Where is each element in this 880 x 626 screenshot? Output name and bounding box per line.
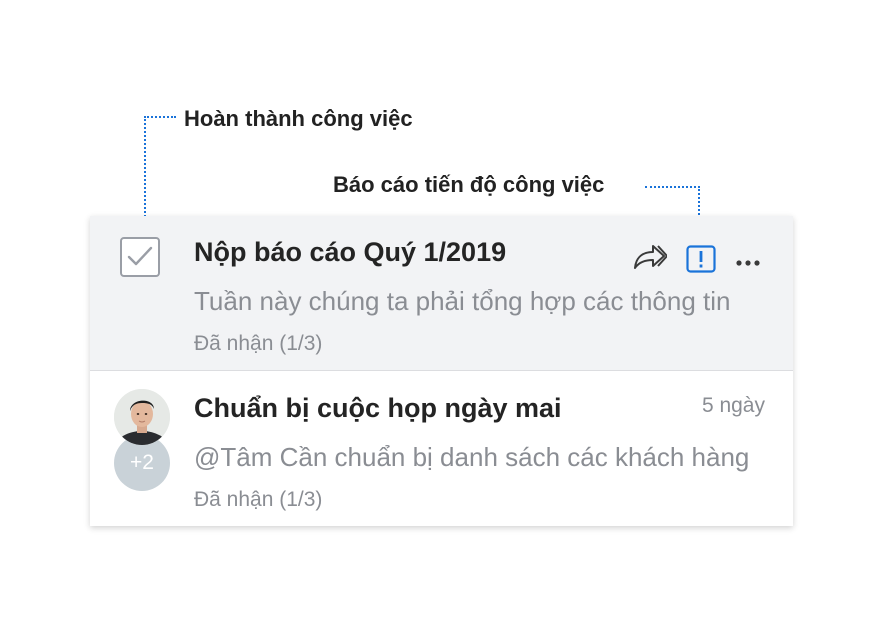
annotation-connector [144,116,176,118]
task-status: Đã nhận (1/3) [194,488,323,511]
report-progress-button[interactable] [686,245,716,278]
task-due-date: 5 ngày [701,394,765,417]
task-item[interactable]: +2 Chuẩn bị cuộc họp ngày mai 5 ngày @Tâ… [90,371,793,526]
task-item[interactable]: Nộp báo cáo Quý 1/2019 Tuần này chúng ta… [90,216,793,371]
task-preview: Tuần này chúng ta phải tổng hợp các thôn… [194,286,731,316]
annotation-report-progress: Báo cáo tiến độ công việc [333,172,605,197]
annotation-complete-task: Hoàn thành công việc [184,106,413,131]
task-list: Nộp báo cáo Quý 1/2019 Tuần này chúng ta… [90,216,793,526]
checkbox-checked-icon [127,246,153,266]
more-icon [736,260,760,266]
task-title: Chuẩn bị cuộc họp ngày mai [194,393,562,423]
annotation-connector [144,116,146,220]
annotation-connector [645,186,700,188]
complete-checkbox[interactable] [120,237,160,277]
task-status: Đã nhận (1/3) [194,332,323,355]
exclamation-icon [686,245,716,273]
more-options-button[interactable] [735,254,761,272]
forward-button[interactable] [633,243,668,276]
task-preview: @Tâm Cần chuẩn bị danh sách các khách hà… [194,442,750,472]
forward-icon [634,245,668,269]
avatar [114,389,170,445]
task-title: Nộp báo cáo Quý 1/2019 [194,237,507,267]
